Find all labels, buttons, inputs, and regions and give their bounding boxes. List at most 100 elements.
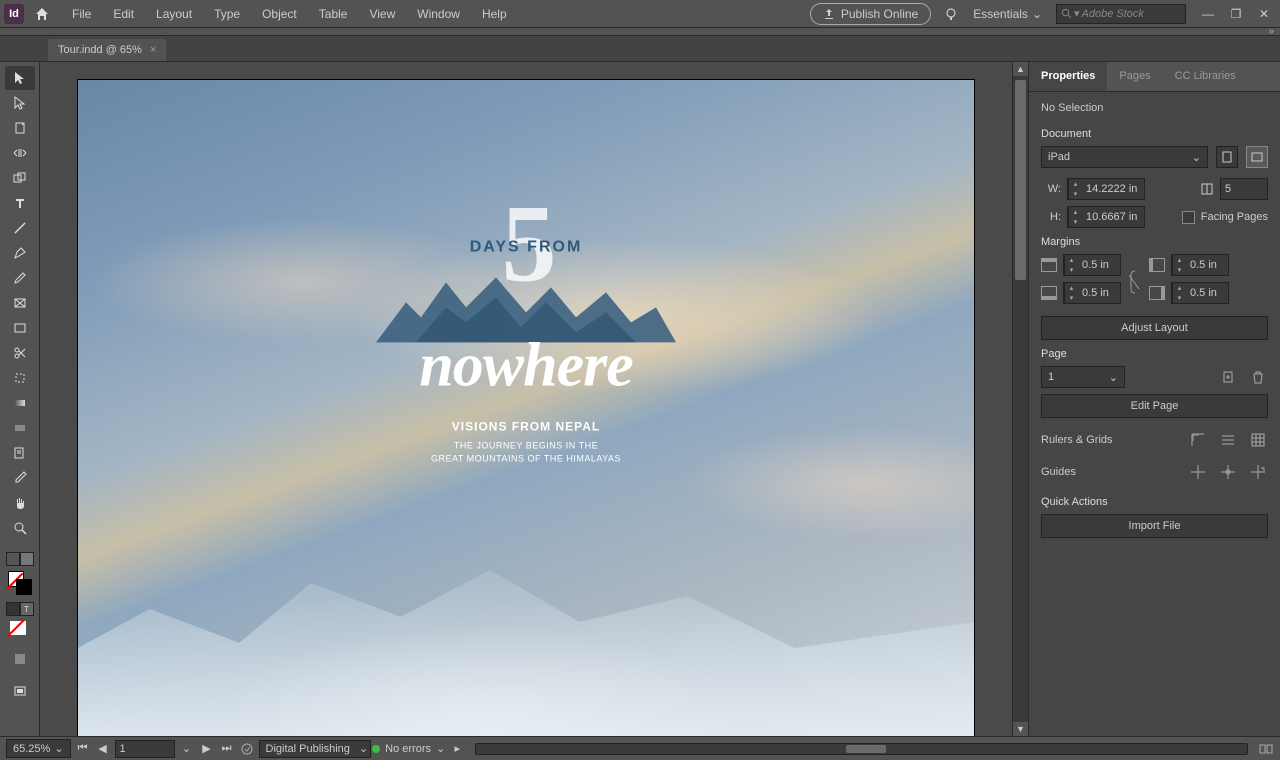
baseline-grid-icon[interactable] xyxy=(1218,430,1238,450)
show-guides-icon[interactable] xyxy=(1188,462,1208,482)
page-number-input[interactable]: 1 xyxy=(115,740,175,758)
link-margins-icon[interactable] xyxy=(1129,267,1141,297)
direct-selection-tool[interactable] xyxy=(5,91,35,115)
page-number-value: 1 xyxy=(1048,371,1054,383)
menu-window[interactable]: Window xyxy=(407,3,470,25)
fill-stroke-swatch[interactable] xyxy=(6,571,34,595)
menu-object[interactable]: Object xyxy=(252,3,307,25)
page-number-dropdown[interactable]: 1⌄ xyxy=(1041,366,1125,388)
margin-bottom-input[interactable]: ▴▾ xyxy=(1063,282,1121,304)
default-fill-stroke[interactable] xyxy=(6,621,34,639)
margin-left-field[interactable] xyxy=(1186,259,1228,271)
document-grid-icon[interactable] xyxy=(1248,430,1268,450)
page-tool[interactable] xyxy=(5,116,35,140)
menu-edit[interactable]: Edit xyxy=(103,3,144,25)
margin-right-input[interactable]: ▴▾ xyxy=(1171,282,1229,304)
rendering-intent-dropdown[interactable]: Digital Publishing xyxy=(259,740,371,758)
adjust-layout-button[interactable]: Adjust Layout xyxy=(1041,316,1268,340)
free-transform-tool[interactable] xyxy=(5,366,35,390)
gap-tool[interactable] xyxy=(5,141,35,165)
eyedropper-tool[interactable] xyxy=(5,466,35,490)
scroll-down-arrow[interactable]: ▼ xyxy=(1013,722,1028,736)
canvas-viewport[interactable]: 5 DAYS FROM nowhere VISIONS FROM NEPAL T… xyxy=(40,62,1012,736)
smart-guides-icon[interactable] xyxy=(1248,462,1268,482)
selection-tool[interactable] xyxy=(5,66,35,90)
open-indicator-icon[interactable] xyxy=(239,741,255,757)
import-file-button[interactable]: Import File xyxy=(1041,514,1268,538)
view-mode-toggle[interactable] xyxy=(5,647,35,671)
gradient-feather-tool[interactable] xyxy=(5,416,35,440)
menu-file[interactable]: File xyxy=(62,3,101,25)
height-field[interactable] xyxy=(1082,211,1144,223)
prev-page-button[interactable]: ◀ xyxy=(95,741,111,757)
line-tool[interactable] xyxy=(5,216,35,240)
delete-page-icon[interactable] xyxy=(1248,367,1268,387)
rectangle-frame-tool[interactable] xyxy=(5,291,35,315)
vertical-scrollbar[interactable]: ▲ ▼ xyxy=(1012,62,1028,736)
menu-layout[interactable]: Layout xyxy=(146,3,202,25)
new-page-icon[interactable] xyxy=(1218,367,1238,387)
hand-tool[interactable] xyxy=(5,491,35,515)
margin-bottom-field[interactable] xyxy=(1078,287,1120,299)
height-input[interactable]: ▴▾ xyxy=(1067,206,1145,228)
orientation-landscape[interactable] xyxy=(1246,146,1268,168)
next-page-button[interactable]: ▶ xyxy=(199,741,215,757)
scissors-tool[interactable] xyxy=(5,341,35,365)
minimize-button[interactable]: — xyxy=(1196,5,1220,23)
hints-icon[interactable] xyxy=(943,6,959,22)
fill-stroke-toggle[interactable] xyxy=(6,552,34,566)
rectangle-tool[interactable] xyxy=(5,316,35,340)
publish-online-button[interactable]: Publish Online xyxy=(810,3,931,25)
tab-properties[interactable]: Properties xyxy=(1029,62,1107,91)
pages-field[interactable] xyxy=(1221,183,1261,195)
preflight-status[interactable]: No errors ⌄ xyxy=(372,742,445,755)
margin-top-field[interactable] xyxy=(1078,259,1120,271)
pencil-tool[interactable] xyxy=(5,266,35,290)
menu-view[interactable]: View xyxy=(359,3,405,25)
document-tab[interactable]: Tour.indd @ 65% × xyxy=(48,39,166,61)
tab-pages[interactable]: Pages xyxy=(1107,62,1162,91)
page-dropdown-button[interactable]: ⌄ xyxy=(179,741,195,757)
last-page-button[interactable]: ⏭ xyxy=(219,741,235,757)
tab-cc-libraries[interactable]: CC Libraries xyxy=(1163,62,1248,91)
maximize-button[interactable]: ❐ xyxy=(1224,5,1248,23)
status-more-button[interactable]: ▸ xyxy=(449,741,465,757)
width-field[interactable] xyxy=(1082,183,1144,195)
menu-table[interactable]: Table xyxy=(309,3,358,25)
horizontal-scrollbar[interactable] xyxy=(475,743,1248,755)
screen-mode-toggle[interactable] xyxy=(5,679,35,703)
facing-pages-checkbox[interactable] xyxy=(1182,211,1195,224)
split-view-icon[interactable] xyxy=(1258,741,1274,757)
pages-input[interactable] xyxy=(1220,178,1268,200)
snap-guides-icon[interactable] xyxy=(1218,462,1238,482)
close-tab-icon[interactable]: × xyxy=(150,44,156,56)
type-tool[interactable] xyxy=(5,191,35,215)
note-tool[interactable] xyxy=(5,441,35,465)
apply-color-toggle[interactable]: T xyxy=(6,602,34,616)
scroll-up-arrow[interactable]: ▲ xyxy=(1013,62,1028,76)
control-strip-more[interactable]: » xyxy=(1268,26,1274,37)
zoom-level-dropdown[interactable]: 65.25%⌄ xyxy=(6,739,71,758)
hscroll-thumb[interactable] xyxy=(846,745,886,753)
menu-help[interactable]: Help xyxy=(472,3,517,25)
page-preset-dropdown[interactable]: iPad⌄ xyxy=(1041,146,1208,168)
gradient-swatch-tool[interactable] xyxy=(5,391,35,415)
close-button[interactable]: ✕ xyxy=(1252,5,1276,23)
scroll-thumb[interactable] xyxy=(1015,80,1026,280)
workspace-switcher[interactable]: Essentials ⌄ xyxy=(973,7,1042,21)
content-collector-tool[interactable] xyxy=(5,166,35,190)
document-page[interactable]: 5 DAYS FROM nowhere VISIONS FROM NEPAL T… xyxy=(78,80,974,736)
margin-left-input[interactable]: ▴▾ xyxy=(1171,254,1229,276)
home-icon[interactable] xyxy=(30,2,54,26)
margin-right-field[interactable] xyxy=(1186,287,1228,299)
zoom-tool[interactable] xyxy=(5,516,35,540)
first-page-button[interactable]: ⏮ xyxy=(75,741,91,757)
orientation-portrait[interactable] xyxy=(1216,146,1238,168)
search-box[interactable]: ▾ Adobe Stock xyxy=(1056,4,1186,24)
edit-page-button[interactable]: Edit Page xyxy=(1041,394,1268,418)
pen-tool[interactable] xyxy=(5,241,35,265)
menu-type[interactable]: Type xyxy=(204,3,250,25)
width-input[interactable]: ▴▾ xyxy=(1067,178,1145,200)
margin-top-input[interactable]: ▴▾ xyxy=(1063,254,1121,276)
rulers-icon[interactable] xyxy=(1188,430,1208,450)
